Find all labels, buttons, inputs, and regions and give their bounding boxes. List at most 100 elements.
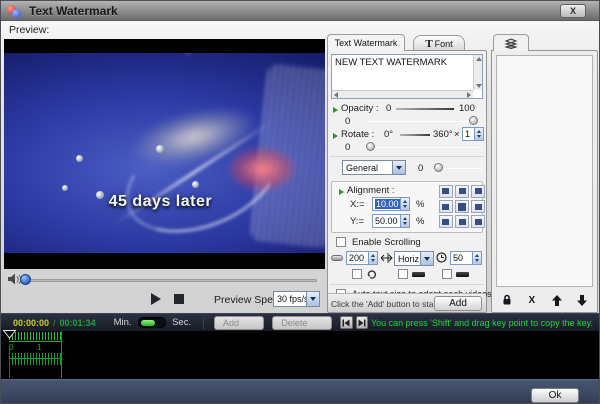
- enable-scrolling-label: Enable Scrolling: [352, 237, 421, 248]
- chevron-down-icon: [396, 166, 402, 170]
- rotate-mult-spinner[interactable]: 1: [462, 127, 484, 141]
- align-center[interactable]: [455, 200, 469, 213]
- shift-drag-hint: You can press 'Shift' and drag key point…: [371, 318, 593, 328]
- scroll-time-value: 50: [453, 253, 463, 263]
- spinner-buttons[interactable]: [474, 128, 483, 140]
- dropdown-arrow-button[interactable]: [392, 161, 405, 174]
- delete-key-button[interactable]: Delete Key: [272, 316, 332, 330]
- scroll-direction-value: Horiz: [395, 252, 420, 265]
- tab-text-watermark[interactable]: Text Watermark: [327, 34, 405, 51]
- opacity-slider-track[interactable]: [366, 121, 478, 122]
- rotate-slider-handle[interactable]: [366, 142, 375, 151]
- x-percent: %: [416, 199, 424, 210]
- align-top-center[interactable]: [455, 185, 469, 198]
- layers-icon: [504, 38, 518, 49]
- prev-key-button[interactable]: [340, 316, 352, 329]
- font-t-icon: T: [425, 38, 432, 50]
- sphere: [96, 191, 104, 199]
- watermark-list[interactable]: [496, 55, 593, 287]
- spinner-buttons[interactable]: [368, 252, 377, 264]
- volume-slider-track[interactable]: [23, 279, 317, 282]
- close-button[interactable]: X: [560, 4, 586, 18]
- y-spinner[interactable]: 50.00: [372, 214, 410, 228]
- x-spinner[interactable]: 10.00: [372, 197, 410, 211]
- add-button[interactable]: Add: [434, 296, 482, 311]
- chevron-down-icon: [310, 297, 316, 301]
- move-up-button[interactable]: [548, 292, 566, 308]
- play-button[interactable]: [149, 292, 163, 306]
- skip-start-icon: [342, 319, 350, 327]
- preset-slider-handle[interactable]: [434, 163, 443, 172]
- rotate-slider-track[interactable]: [366, 147, 478, 148]
- stop-button[interactable]: [173, 293, 185, 305]
- section-bullet-icon: [333, 107, 338, 113]
- min-sec-toggle[interactable]: [138, 317, 167, 328]
- list-button-bar: X: [494, 290, 595, 310]
- textarea-vertical-scrollbar[interactable]: [473, 55, 482, 90]
- x-value: 10.00: [375, 199, 400, 209]
- align-top-right[interactable]: [471, 185, 485, 198]
- tab-watermark-list[interactable]: [493, 34, 529, 51]
- playhead-marker-icon[interactable]: [3, 330, 16, 339]
- alignment-label: Alignment :: [347, 185, 395, 196]
- enable-scrolling-checkbox[interactable]: [336, 237, 346, 247]
- watermark-text-input[interactable]: NEW TEXT WATERMARK: [331, 54, 483, 99]
- lock-button[interactable]: [498, 292, 516, 308]
- tab-font-label: Font: [435, 39, 453, 49]
- opacity-max: 100: [459, 103, 475, 114]
- sphere: [76, 155, 83, 162]
- volume-slider-knob[interactable]: [20, 274, 31, 285]
- align-middle-right[interactable]: [471, 200, 485, 213]
- fade2-checkbox[interactable]: [442, 269, 452, 279]
- scroll-down-icon: [476, 84, 482, 88]
- align-bottom-right[interactable]: [471, 215, 485, 228]
- lock-icon: [502, 294, 512, 306]
- skip-end-icon: [358, 319, 366, 327]
- ok-button[interactable]: Ok: [531, 388, 579, 403]
- opacity-slider-handle[interactable]: [469, 116, 478, 125]
- alignment-group: Alignment : X:= 10.00 % Y:= 50.00 %: [331, 181, 483, 233]
- align-bottom-center[interactable]: [455, 215, 469, 228]
- spinner-buttons[interactable]: [472, 252, 481, 264]
- delete-watermark-button[interactable]: X: [523, 292, 541, 308]
- spinner-buttons[interactable]: [400, 215, 409, 227]
- scroll-direction-dropdown[interactable]: Horiz: [394, 251, 434, 266]
- rotate-mult-value: 1: [465, 129, 470, 139]
- spinner-buttons[interactable]: [400, 198, 409, 210]
- preview-speed-dropdown[interactable]: 30 fps/s: [273, 291, 320, 307]
- preview-speed-value: 30 fps/s: [274, 292, 306, 306]
- scroll-speed-spinner[interactable]: 200: [346, 251, 378, 265]
- loop-checkbox[interactable]: [352, 269, 362, 279]
- app-icon: [7, 4, 21, 18]
- key-control-bar: 00:00:00 / 00:01:34 Min. Sec. Add Key De…: [1, 313, 599, 331]
- align-bottom-left[interactable]: [439, 215, 453, 228]
- section-bullet-icon: [339, 189, 344, 195]
- align-middle-left[interactable]: [439, 200, 453, 213]
- settings-footer: Click the 'Add' button to start -> Add: [328, 293, 486, 312]
- move-down-button[interactable]: [573, 292, 591, 308]
- tab-font[interactable]: TFont: [413, 35, 465, 51]
- add-key-button[interactable]: Add Key: [214, 316, 264, 330]
- fade-bar-icon: [412, 272, 425, 277]
- preset-dropdown[interactable]: General: [342, 160, 406, 175]
- fade-checkbox[interactable]: [398, 269, 408, 279]
- arrow-up-icon: [552, 295, 562, 306]
- playhead-line[interactable]: [9, 345, 10, 378]
- scroll-right-icon: [467, 92, 471, 98]
- footer-bar: Ok: [1, 379, 599, 403]
- scroll-speed-value: 200: [349, 253, 364, 263]
- y-percent: %: [416, 216, 424, 227]
- next-key-button[interactable]: [356, 316, 368, 329]
- fade2-bar-icon: [456, 272, 469, 277]
- sphere: [192, 181, 199, 188]
- dropdown-arrow-button[interactable]: [306, 292, 319, 306]
- textarea-horizontal-scrollbar[interactable]: [332, 90, 473, 98]
- timeline-track[interactable]: 0 1: [1, 331, 599, 379]
- align-top-left[interactable]: [439, 185, 453, 198]
- min-label: Min.: [114, 317, 132, 328]
- dropdown-arrow-button[interactable]: [420, 252, 433, 265]
- alignment-grid: [439, 185, 485, 228]
- video-scene: 45 days later: [4, 53, 325, 253]
- rotate-max: 360°: [433, 129, 453, 140]
- scroll-time-spinner[interactable]: 50: [450, 251, 482, 265]
